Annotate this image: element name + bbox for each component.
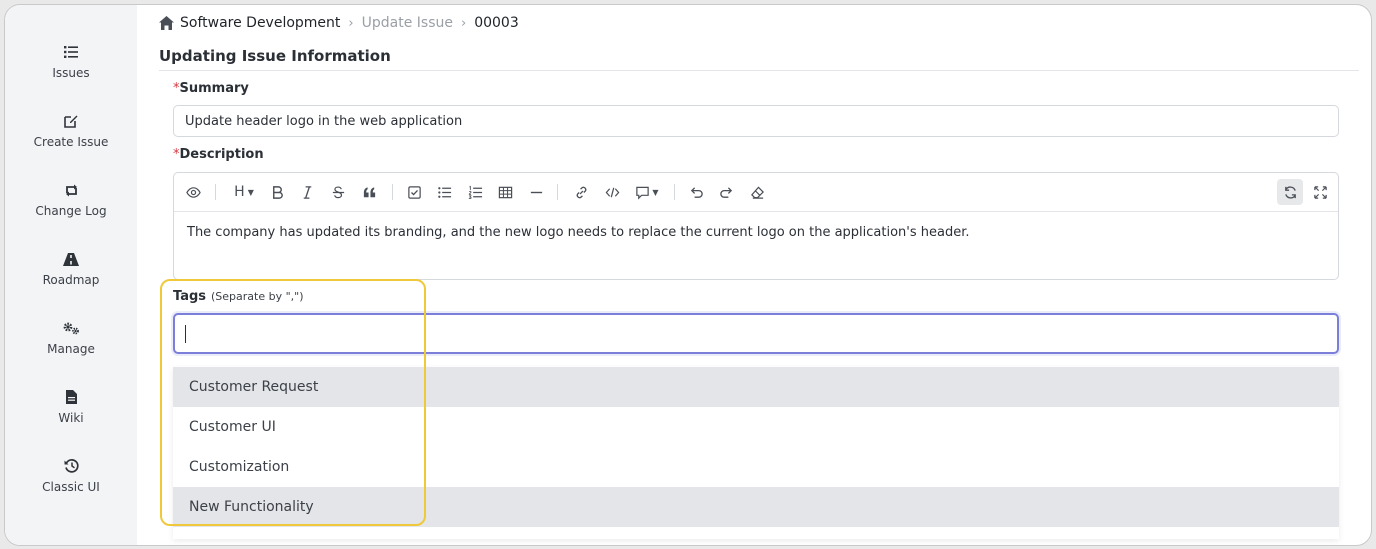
chevron-right-icon: ›	[348, 15, 354, 31]
preview-eye-icon[interactable]	[181, 180, 205, 204]
caret-down-icon: ▼	[247, 187, 254, 197]
editor-toolbar: H ▼ ▼	[174, 173, 1338, 212]
description-label-text: Description	[179, 147, 264, 162]
sidebar-item-manage[interactable]: Manage	[5, 317, 137, 373]
sidebar-item-label: Create Issue	[33, 135, 109, 149]
sidebar-item-label: Wiki	[58, 411, 84, 425]
main-content: Software Development › Update Issue › 00…	[137, 5, 1371, 545]
heading-label: H	[234, 184, 245, 200]
breadcrumb-section[interactable]: Update Issue	[362, 15, 453, 31]
sidebar-item-classic-ui[interactable]: Classic UI	[5, 455, 137, 511]
tag-suggestions-dropdown: Customer Request Customer UI Customizati…	[173, 367, 1339, 539]
strikethrough-icon[interactable]	[326, 180, 350, 204]
list-icon	[64, 41, 78, 63]
tag-option-new-functionality[interactable]: New Functionality	[173, 487, 1339, 527]
page-title: Updating Issue Information	[159, 47, 391, 65]
road-icon	[63, 248, 79, 270]
sidebar-item-label: Roadmap	[42, 273, 100, 287]
document-icon	[65, 386, 77, 408]
comment-dropdown-button[interactable]: ▼	[631, 180, 663, 204]
quote-icon[interactable]	[357, 180, 381, 204]
horizontal-rule-icon[interactable]	[524, 180, 548, 204]
loop-arrows-icon	[64, 179, 79, 201]
breadcrumb: Software Development › Update Issue › 00…	[159, 15, 519, 31]
sidebar: Issues Create Issue Change Log Roadmap M…	[5, 5, 137, 545]
summary-input[interactable]: Update header logo in the web applicatio…	[173, 105, 1339, 137]
description-label: *Description	[173, 147, 264, 162]
breadcrumb-project[interactable]: Software Development	[180, 15, 340, 31]
fullscreen-icon[interactable]	[1308, 180, 1332, 204]
summary-value: Update header logo in the web applicatio…	[185, 113, 463, 129]
code-icon[interactable]	[600, 180, 624, 204]
sidebar-item-change-log[interactable]: Change Log	[5, 179, 137, 235]
bullet-list-icon[interactable]	[432, 180, 456, 204]
tags-hint: (Separate by ",")	[211, 290, 304, 303]
description-editor[interactable]: H ▼ ▼ The company has updated its brandi…	[173, 172, 1339, 280]
bold-icon[interactable]	[265, 180, 289, 204]
summary-label-text: Summary	[179, 81, 249, 96]
gears-icon	[63, 317, 80, 339]
sidebar-item-issues[interactable]: Issues	[5, 41, 137, 97]
sidebar-item-label: Classic UI	[42, 480, 100, 494]
home-icon[interactable]	[159, 16, 174, 30]
italic-icon[interactable]	[295, 180, 319, 204]
tag-option-customer-request[interactable]: Customer Request	[173, 367, 1339, 407]
heading-dropdown-button[interactable]: H ▼	[229, 180, 259, 204]
summary-label: *Summary	[173, 81, 249, 96]
checkbox-icon[interactable]	[402, 180, 426, 204]
sidebar-item-label: Change Log	[35, 204, 107, 218]
sidebar-item-create-issue[interactable]: Create Issue	[5, 110, 137, 166]
text-caret	[185, 325, 186, 343]
tags-label-text: Tags	[173, 289, 207, 304]
description-text[interactable]: The company has updated its branding, an…	[187, 225, 970, 240]
sidebar-item-roadmap[interactable]: Roadmap	[5, 248, 137, 304]
table-icon[interactable]	[493, 180, 517, 204]
history-icon	[64, 455, 79, 477]
redo-icon[interactable]	[714, 180, 738, 204]
tags-input[interactable]	[173, 313, 1339, 354]
tag-option-customer-ui[interactable]: Customer UI	[173, 407, 1339, 447]
tag-option-customization[interactable]: Customization	[173, 447, 1339, 487]
chevron-right-icon: ›	[460, 15, 467, 31]
sidebar-item-label: Manage	[47, 342, 95, 356]
tags-label: Tags (Separate by ",")	[173, 289, 304, 304]
numbered-list-icon[interactable]	[463, 180, 487, 204]
app-window: Issues Create Issue Change Log Roadmap M…	[4, 4, 1372, 546]
caret-down-icon: ▼	[652, 187, 659, 197]
sidebar-item-label: Issues	[52, 66, 90, 80]
edit-icon	[64, 110, 78, 132]
sidebar-item-wiki[interactable]: Wiki	[5, 386, 137, 442]
undo-icon[interactable]	[684, 180, 708, 204]
eraser-icon[interactable]	[745, 180, 769, 204]
divider	[159, 70, 1359, 71]
link-icon[interactable]	[569, 180, 593, 204]
sync-scroll-icon[interactable]	[1277, 179, 1303, 205]
breadcrumb-issue-id: 00003	[474, 15, 519, 31]
